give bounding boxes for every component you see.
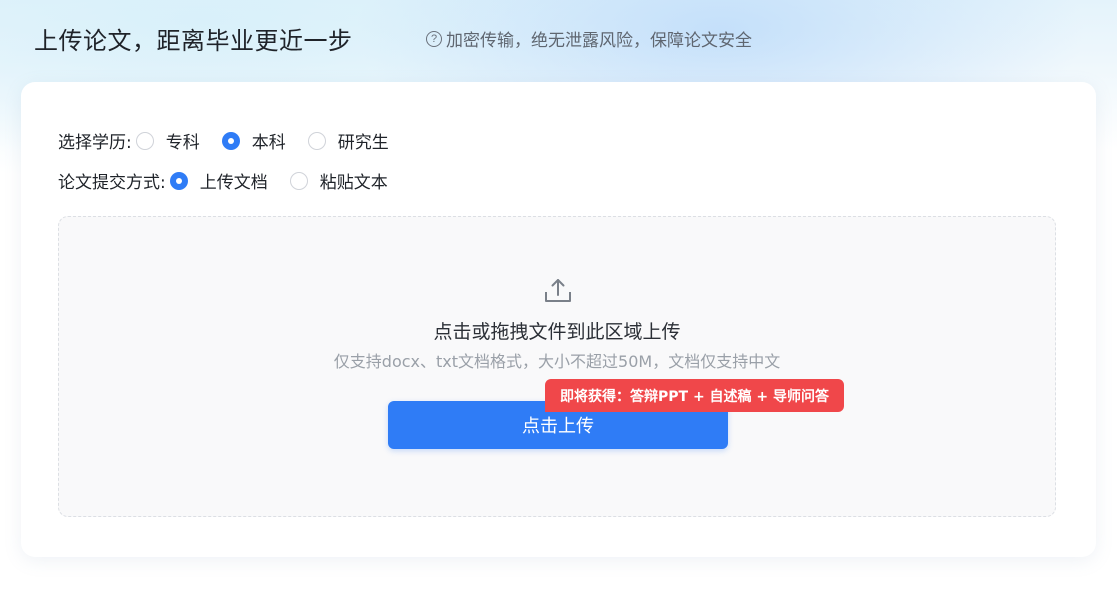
submit-method-label: 论文提交方式:: [58, 173, 166, 193]
radio-option-benke[interactable]: 本科: [221, 128, 286, 153]
upload-icon: [545, 279, 571, 302]
radio-label: 粘贴文本: [319, 173, 388, 193]
security-note: ? 加密传输，绝无泄露风险，保障论文安全: [426, 26, 752, 51]
radio-option-yanjiusheng[interactable]: 研究生: [307, 128, 389, 153]
question-circle-icon[interactable]: ?: [426, 30, 442, 47]
radio-label: 本科: [251, 133, 286, 153]
dropzone-hint: 仅支持docx、txt文档格式，大小不超过50M，文档仅支持中文: [333, 352, 781, 371]
radio-option-upload-document[interactable]: 上传文档: [169, 168, 268, 193]
upload-card: 选择学历: 专科 本科 研究生 论文提交方式: 上传文档 粘贴文本 点击或拖拽文…: [21, 82, 1096, 557]
radio-button-checked[interactable]: [221, 131, 240, 150]
education-selector: 选择学历: 专科 本科 研究生: [58, 128, 411, 153]
radio-option-paste-text[interactable]: 粘贴文本: [289, 168, 388, 193]
security-note-text: 加密传输，绝无泄露风险，保障论文安全: [446, 31, 752, 51]
radio-button[interactable]: [135, 131, 154, 150]
radio-label: 上传文档: [199, 173, 268, 193]
radio-label: 专科: [165, 133, 200, 153]
dropzone-title: 点击或拖拽文件到此区域上传: [433, 321, 681, 343]
radio-button[interactable]: [307, 131, 326, 150]
file-dropzone[interactable]: 点击或拖拽文件到此区域上传 仅支持docx、txt文档格式，大小不超过50M，文…: [58, 216, 1056, 517]
submit-method-selector: 论文提交方式: 上传文档 粘贴文本: [58, 168, 410, 193]
page-header: 上传论文，距离毕业更近一步: [34, 18, 353, 58]
radio-label: 研究生: [337, 133, 389, 153]
promo-badge: 即将获得：答辩PPT + 自述稿 + 导师问答: [545, 379, 845, 412]
education-label: 选择学历:: [58, 133, 132, 153]
radio-button[interactable]: [289, 171, 308, 190]
page-title: 上传论文，距离毕业更近一步: [34, 26, 353, 55]
radio-button-checked[interactable]: [169, 171, 188, 190]
radio-option-zhuanke[interactable]: 专科: [135, 128, 200, 153]
